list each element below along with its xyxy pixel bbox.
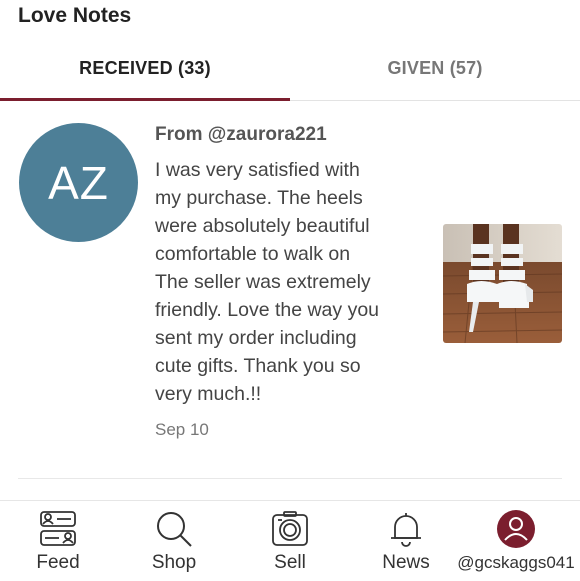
divider: [18, 478, 562, 479]
search-icon: [157, 512, 192, 547]
tab-received[interactable]: RECEIVED (33): [0, 48, 290, 98]
bell-icon: [391, 513, 421, 547]
note-date: Sep 10: [155, 420, 209, 439]
sender-avatar[interactable]: AZ: [19, 123, 138, 242]
feed-icon: [40, 511, 76, 546]
nav-feed[interactable]: Feed: [18, 501, 98, 581]
nav-sell[interactable]: Sell: [250, 501, 330, 581]
nav-profile[interactable]: @gcskaggs041: [452, 501, 580, 581]
note-message: I was very satisfied with my purchase. T…: [155, 159, 380, 405]
note-sender[interactable]: From @zaurora221: [155, 124, 327, 146]
camera-icon: [272, 511, 308, 546]
nav-news[interactable]: News: [366, 501, 446, 581]
white-platform-heels-photo: [443, 224, 562, 343]
nav-shop-label: Shop: [151, 552, 197, 573]
nav-shop[interactable]: Shop: [134, 501, 214, 581]
nav-news-label: News: [382, 552, 430, 573]
page-title: Love Notes: [18, 4, 132, 27]
listing-photo[interactable]: [443, 224, 562, 343]
love-note-card: AZ From @zaurora221 I was very satisfied…: [0, 100, 580, 478]
nav-profile-label: @gcskaggs041: [457, 553, 575, 572]
user-avatar-icon: [497, 510, 535, 548]
bottom-nav: Feed Shop Sell News @gcskaggs041: [0, 500, 580, 581]
nav-sell-label: Sell: [274, 552, 306, 573]
nav-feed-label: Feed: [36, 552, 80, 573]
tab-given[interactable]: GIVEN (57): [290, 48, 580, 98]
tab-bar: RECEIVED (33) GIVEN (57): [0, 48, 580, 101]
